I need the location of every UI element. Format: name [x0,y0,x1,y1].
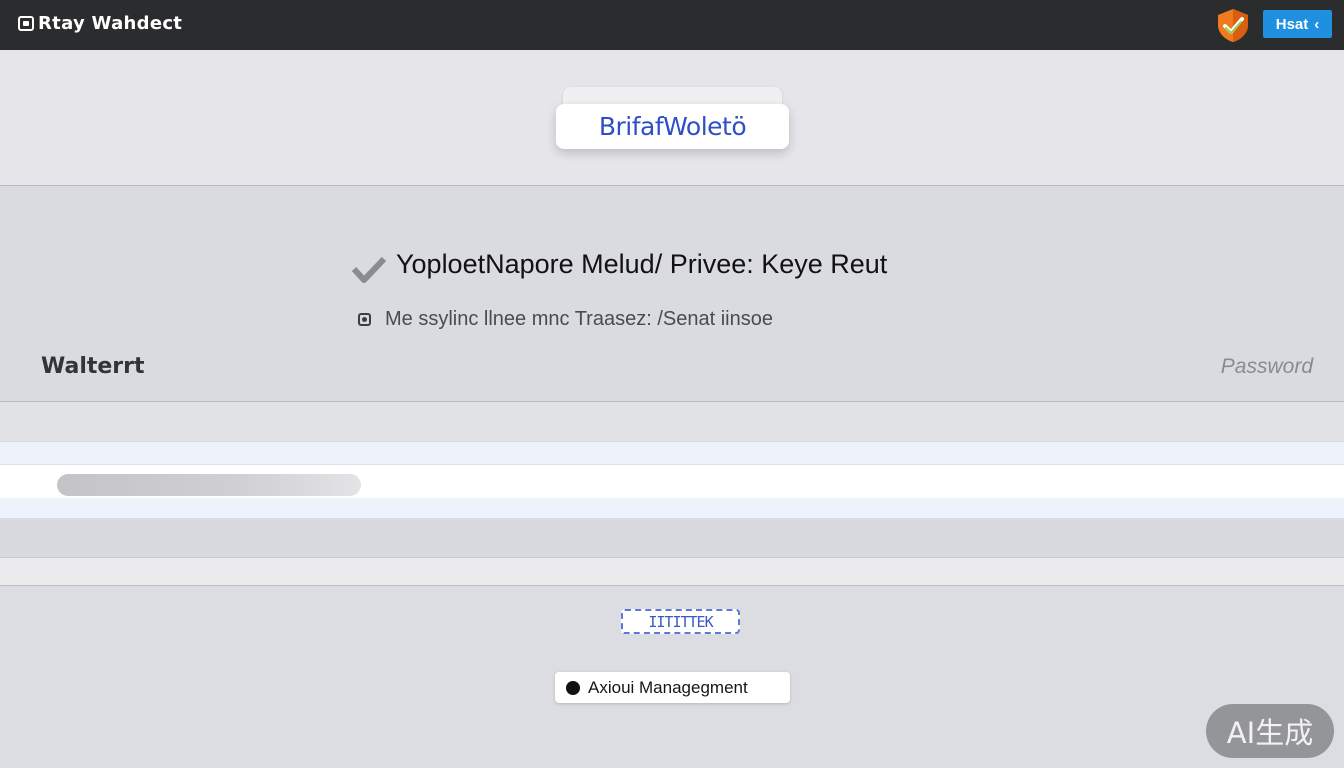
subtitle-text: Me ssylinc llnee mnc Traasez: /Senat iin… [385,308,773,330]
input-border-bottom [0,498,1344,519]
field-row [0,402,1344,441]
top-bar: Rtay Wahdect Hsat ‹ [0,0,1344,50]
checkmark-icon [352,256,386,283]
wallet-label[interactable]: Walterrt [41,354,145,379]
captcha-badge[interactable]: IITITTEK [621,609,740,634]
brand-logo-text: BrifafWoletö [598,112,747,141]
brand-logo[interactable]: BrifafWoletö [556,104,789,149]
main-panel [0,187,1344,401]
input-border-top [0,441,1344,464]
app-logo-icon [18,16,34,31]
top-action-button-label: Hsat [1275,15,1309,33]
account-management-button[interactable]: Axioui Managegment [555,672,790,703]
app-title: Rtay Wahdect [18,13,182,34]
top-action-button[interactable]: Hsat ‹ [1263,10,1332,38]
spacer-row [0,520,1344,557]
info-icon [358,313,371,326]
loading-bar-fill [57,474,361,496]
app-title-text: Rtay Wahdect [38,13,183,34]
password-label[interactable]: Password [1221,355,1313,379]
subtitle-row: Me ssylinc llnee mnc Traasez: /Senat iin… [358,308,773,331]
ai-watermark: AI生成 [1206,704,1334,758]
page-headline: YoploetNapore Melud/ Privee: Keye Reut [396,249,888,279]
footer-strip [0,557,1344,586]
chevron-left-icon: ‹ [1314,15,1320,33]
account-icon [566,680,580,695]
shield-check-icon[interactable] [1214,7,1252,43]
account-management-label: Axioui Managegment [588,677,748,697]
loading-bar [57,474,361,496]
